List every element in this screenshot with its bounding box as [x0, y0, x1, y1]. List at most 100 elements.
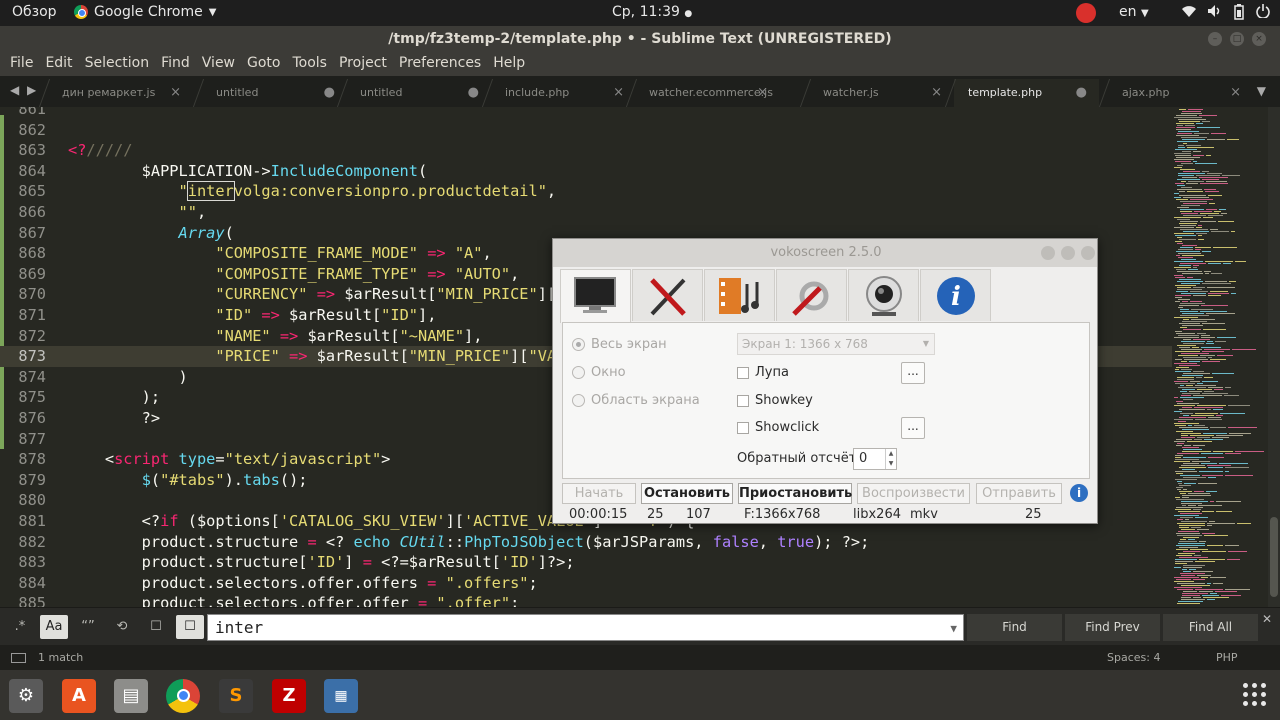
magnifier-options-button[interactable]: ...	[901, 362, 925, 384]
tab-video[interactable]	[704, 269, 775, 321]
tab-1[interactable]: untitled ●	[202, 79, 347, 107]
tab-close-icon[interactable]: ×	[757, 79, 768, 107]
sublime-icon[interactable]: S	[219, 679, 253, 713]
battery-icon[interactable]	[1234, 4, 1244, 24]
in-selection-toggle[interactable]: ☐	[142, 615, 170, 639]
tab-audio[interactable]	[632, 269, 703, 321]
close-icon[interactable]	[1081, 246, 1095, 260]
settings-icon[interactable]: ⚙	[9, 679, 43, 713]
tab-0[interactable]: дин ремаркет.js ×	[48, 79, 193, 107]
power-icon[interactable]	[1256, 4, 1270, 22]
code-line[interactable]: 864 $APPLICATION->IncludeComponent(	[0, 161, 1172, 182]
tab-unsaved-icon[interactable]: ●	[1076, 79, 1087, 107]
spin-arrows-icon[interactable]: ▲ ▼	[885, 449, 896, 469]
code-line[interactable]: 883 product.structure['ID'] = <?=$arResu…	[0, 552, 1172, 573]
menu-preferences[interactable]: Preferences	[393, 52, 487, 76]
panel-toggle-icon[interactable]	[11, 653, 26, 663]
syntax-setting[interactable]: PHP	[1216, 645, 1238, 670]
maximize-icon[interactable]: □	[1230, 32, 1244, 46]
tab-close-icon[interactable]: ×	[1230, 79, 1241, 107]
case-sensitive-toggle[interactable]: Aa	[40, 615, 68, 639]
activities-button[interactable]: Обзор	[12, 4, 57, 20]
menu-file[interactable]: File	[4, 52, 39, 76]
help-icon[interactable]: i	[1070, 484, 1088, 502]
filezilla-icon[interactable]: Z	[272, 679, 306, 713]
tab-5[interactable]: watcher.js ×	[809, 79, 954, 107]
menu-edit[interactable]: Edit	[39, 52, 78, 76]
menu-help[interactable]: Help	[487, 52, 531, 76]
menu-goto[interactable]: Goto	[241, 52, 286, 76]
code-line[interactable]: 861	[0, 107, 1172, 120]
record-indicator-icon[interactable]	[1076, 3, 1096, 23]
menu-tools[interactable]: Tools	[286, 52, 333, 76]
menu-selection[interactable]: Selection	[79, 52, 156, 76]
network-icon[interactable]: ▦	[324, 679, 358, 713]
minimize-icon[interactable]: –	[1208, 32, 1222, 46]
tab-webcam[interactable]	[848, 269, 919, 321]
menu-project[interactable]: Project	[333, 52, 393, 76]
find-button[interactable]: Find	[967, 614, 1062, 641]
whole-word-toggle[interactable]: “”	[74, 615, 102, 639]
history-dropdown-icon[interactable]: ▼	[950, 616, 957, 641]
tab-3[interactable]: include.php ×	[491, 79, 636, 107]
find-all-button[interactable]: Find All	[1163, 614, 1258, 641]
close-icon[interactable]: ✕	[1262, 612, 1272, 626]
find-input[interactable]: inter ▼	[207, 614, 964, 641]
stop-button[interactable]: Остановить	[641, 483, 733, 504]
maximize-icon[interactable]	[1061, 246, 1075, 260]
find-prev-button[interactable]: Find Prev	[1065, 614, 1160, 641]
tab-unsaved-icon[interactable]: ●	[468, 79, 479, 107]
code-line[interactable]: 882 product.structure = <? echo CUtil::P…	[0, 532, 1172, 553]
radio-window[interactable]	[572, 366, 585, 379]
radio-fullscreen[interactable]	[572, 338, 585, 351]
send-button[interactable]: Отправить	[976, 483, 1062, 504]
tab-screen[interactable]	[560, 269, 631, 323]
wrap-toggle[interactable]: ⟲	[108, 615, 136, 639]
tab-7[interactable]: ajax.php ×	[1108, 79, 1253, 107]
vertical-scrollbar[interactable]	[1268, 107, 1280, 607]
start-button[interactable]: Начать	[562, 483, 636, 504]
wifi-icon[interactable]	[1181, 4, 1197, 22]
tab-about[interactable]: i	[920, 269, 991, 321]
tab-settings[interactable]	[776, 269, 847, 321]
tab-nav-arrows-icon[interactable]: ◀ ▶	[10, 83, 38, 97]
tab-close-icon[interactable]: ×	[931, 79, 942, 107]
language-menu[interactable]: en ▼	[1119, 4, 1149, 20]
clock[interactable]: Ср, 11:39 ●	[612, 4, 692, 20]
magnifier-checkbox[interactable]	[737, 367, 749, 379]
window-titlebar[interactable]: /tmp/fz3temp-2/template.php • - Sublime …	[0, 26, 1280, 52]
vokoscreen-titlebar[interactable]: vokoscreen 2.5.0	[553, 239, 1097, 267]
code-line[interactable]: 884 product.selectors.offer.offers = ".o…	[0, 573, 1172, 594]
play-button[interactable]: Воспроизвести	[857, 483, 970, 504]
close-icon[interactable]: ×	[1252, 32, 1266, 46]
showclick-checkbox[interactable]	[737, 422, 749, 434]
volume-icon[interactable]	[1207, 4, 1223, 22]
scrollbar-thumb[interactable]	[1270, 517, 1278, 597]
minimize-icon[interactable]	[1041, 246, 1055, 260]
indentation-setting[interactable]: Spaces: 4	[1107, 645, 1160, 670]
tab-unsaved-icon[interactable]: ●	[324, 79, 335, 107]
code-line[interactable]: 865 "intervolga:conversionpro.productdet…	[0, 181, 1172, 202]
menu-view[interactable]: View	[196, 52, 241, 76]
files-icon[interactable]: ▤	[114, 679, 148, 713]
menu-find[interactable]: Find	[155, 52, 196, 76]
highlight-matches-toggle[interactable]: ☐	[176, 615, 204, 639]
tab-2[interactable]: untitled ●	[346, 79, 491, 107]
app-center-icon[interactable]: A	[62, 679, 96, 713]
showkey-checkbox[interactable]	[737, 395, 749, 407]
app-menu[interactable]: Google Chrome ▼	[74, 4, 216, 20]
code-line[interactable]: 866 "",	[0, 202, 1172, 223]
tab-close-icon[interactable]: ×	[170, 79, 181, 107]
code-line[interactable]: 863 <?/////	[0, 140, 1172, 161]
tab-4[interactable]: watcher.ecommerce.js ×	[635, 79, 780, 107]
pause-button[interactable]: Приостановить	[738, 483, 852, 504]
minimap[interactable]	[1172, 107, 1268, 607]
tab-6[interactable]: template.php ●	[954, 79, 1099, 107]
show-apps-icon[interactable]	[1243, 683, 1267, 707]
showclick-options-button[interactable]: ...	[901, 417, 925, 439]
screen-select[interactable]: Экран 1: 1366 x 768 ▼	[737, 333, 935, 355]
code-line[interactable]: 885 product.selectors.offer.offer = ".of…	[0, 593, 1172, 607]
code-line[interactable]: 862	[0, 120, 1172, 141]
regex-toggle[interactable]: .*	[6, 615, 34, 639]
tab-overflow-icon[interactable]: ▼	[1257, 84, 1266, 98]
